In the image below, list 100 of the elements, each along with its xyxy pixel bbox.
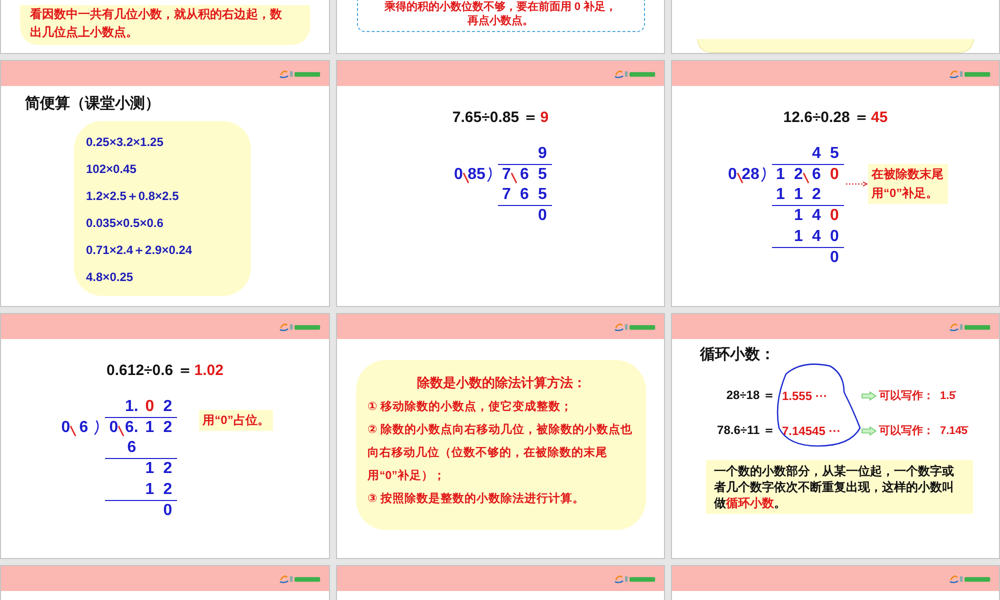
logo-icon [614,322,656,332]
digit: 0 [109,419,118,436]
digit: 1. [124,398,138,415]
digit: 6 [520,186,529,203]
digit: 6 [520,166,529,183]
method-step: ③ 按照除数是整数的小数除法进行计算。 [368,488,636,511]
digit: 5 [538,166,547,183]
method-step: ① 移动除数的小数点，使它变成整数； [368,396,636,419]
strike-mark [736,172,743,184]
equation: 0.612÷0.6 ＝1.02 [106,361,224,380]
decimal-value: 1.555 ··· [781,388,828,402]
digit: 5 [538,186,547,203]
logo-icon [279,322,321,332]
digit: 1 [794,207,803,224]
digit: 9 [538,145,547,162]
exercise: 0.25×3.2×1.25 [86,134,164,151]
digit: 0 [538,207,547,224]
digit: 0 [61,419,70,436]
strike-mark [70,425,76,437]
digit: 5 [830,145,839,162]
digit: 6. [124,419,138,436]
exercise: 0.035×0.5×0.6 [86,215,164,232]
digit: 1 [145,419,154,436]
method-step: ② 除数的小数点向右移动几位，被除数的小数点也向右移动几位（位数不够的，在被除数的末尾用“0”补足）； [368,419,636,488]
digit: 4 [812,207,821,224]
digit: 6 [79,419,88,436]
slide-thumbnail[interactable]: 简便算（课堂小测） 0.25×3.2×1.25 102×0.45 1.2×2.5＋0.8×2.5 0.035×0.5×0.6 0.71×2.4＋2.9×0.24 4.8×0.25 [0,60,330,307]
exercise: 102×0.45 [86,161,138,178]
logo-icon [279,574,321,584]
exercise: 0.71×2.4＋2.9×0.24 [86,242,194,259]
digit: 0 [145,398,154,415]
strike-mark [802,172,809,184]
expression: 28÷18 ＝ [725,387,775,404]
digit: 2 [163,481,172,498]
slide-thumbnail[interactable]: 循环小数： 28÷18 ＝ 1.555 ··· 可以写作： 1.5̇ 78.6÷11 ＝ 7.14545 ··· 可以写作： 7.14̇5̇ 一个数的小数部分，从某一位起，一个数字或者几个数字依次不断重复出现，这样的小数叫做循环小数。 [671,313,1000,559]
digit: 1 [776,166,785,183]
digit: 0 [163,502,172,519]
slide-thumbnail[interactable]: 看因数中一共有几位小数，就从积的右边起，数 出几位点上小数点。 [0,0,330,54]
slide-thumbnail[interactable]: 12.6÷0.28 ＝45 4 5 0 28 1 2 6 0 1 1 2 1 4 0 1 4 0 0 在被除数末尾 用“0”补足。 [671,60,1000,307]
slide-thumbnail[interactable]: 除数是小数的除法计算方法： ① 移动除数的小数点，使它变成整数； ② 除数的小数点向右移动几位，被除数的小数点也向右移动几位（位数不够的，在被除数的末尾用“0”补足）； ③ 按照除数是整数的小数除法进行计算。 [336,313,665,559]
digit: 0 [830,166,839,183]
logo-icon [949,68,991,78]
slide-thumbnail[interactable]: 7.65÷0.85 ＝9 9 0 85 7 6 5 7 6 5 0 [336,60,665,307]
equation: 12.6÷0.28 ＝45 [783,108,888,127]
digit: 1 [776,186,785,203]
digit: 4 [812,145,821,162]
definition-text: 一个数的小数部分，从某一位起，一个数字或者几个数字依次不断重复出现，这样的小数叫做循环小数。 [706,460,973,514]
note-text: 乘得的积的小数位数不够，要在前面用 0 补足， 再点小数点。 [383,0,618,28]
slide-title: 循环小数： [700,345,776,364]
digit: 2 [163,460,172,477]
exercise: 4.8×0.25 [86,269,134,286]
digit: 1 [794,186,803,203]
exercise: 1.2×2.5＋0.8×2.5 [86,188,180,205]
note-text: 看因数中一共有几位小数，就从积的右边起，数 出几位点上小数点。 [30,6,283,41]
logo-icon [949,574,991,584]
strike-mark [118,425,124,437]
digit: 4 [812,228,821,245]
digit: 0 [830,228,839,245]
slide-thumbnail[interactable] [336,565,665,600]
slide-thumbnail[interactable] [0,565,330,600]
callout-text: 在被除数末尾 用“0”补足。 [868,164,948,204]
slide-title: 简便算（课堂小测） [25,94,161,113]
digit: 1 [145,460,154,477]
slide-thumbnail[interactable]: 乘得的积的小数位数不够，要在前面用 0 补足， 再点小数点。 [336,0,665,54]
expression: 78.6÷11 ＝ [716,422,775,439]
digit: 6 [127,439,136,456]
digit: 0 [830,249,839,266]
method-title: 除数是小数的除法计算方法： [416,374,587,392]
slide-thumbnail[interactable] [671,565,1000,600]
digit: 2 [163,398,172,415]
logo-icon [949,322,991,332]
leader-line [846,181,868,187]
digit: 1 [794,228,803,245]
slide-thumbnail[interactable] [671,0,1000,54]
decimal-value: 7.14545 ··· [781,424,842,438]
digit: 7 [502,186,511,203]
logo-icon [279,68,321,78]
logo-icon [614,68,656,78]
digit: 6 [812,166,821,183]
digit: 0 [728,166,737,183]
digit: 0 [454,166,463,183]
digit: 2 [812,186,821,203]
note-label: 可以写作： [879,424,934,438]
digit: 85 [468,166,486,183]
recurring-notation: 1.5̇ [939,390,957,402]
digit: 28 [742,166,760,183]
logo-icon [614,574,656,584]
equation: 7.65÷0.85 ＝9 [452,108,549,127]
digit: 7 [502,166,511,183]
callout-text: 用“0”占位。 [198,410,274,431]
arrow-icon [861,390,877,400]
slide-thumbnail[interactable]: 0.612÷0.6 ＝1.02 1. 0 2 0 6 0 6. 1 2 6 1 2 1 2 0 用“0”占位。 [0,313,330,559]
digit: 1 [145,481,154,498]
recurring-notation: 7.14̇5̇ [939,424,968,436]
strike-mark [510,172,517,184]
digit: 2 [794,166,803,183]
arrow-icon [861,426,877,436]
digit: 2 [163,419,172,436]
digit: 0 [830,207,839,224]
strike-mark [462,172,469,184]
